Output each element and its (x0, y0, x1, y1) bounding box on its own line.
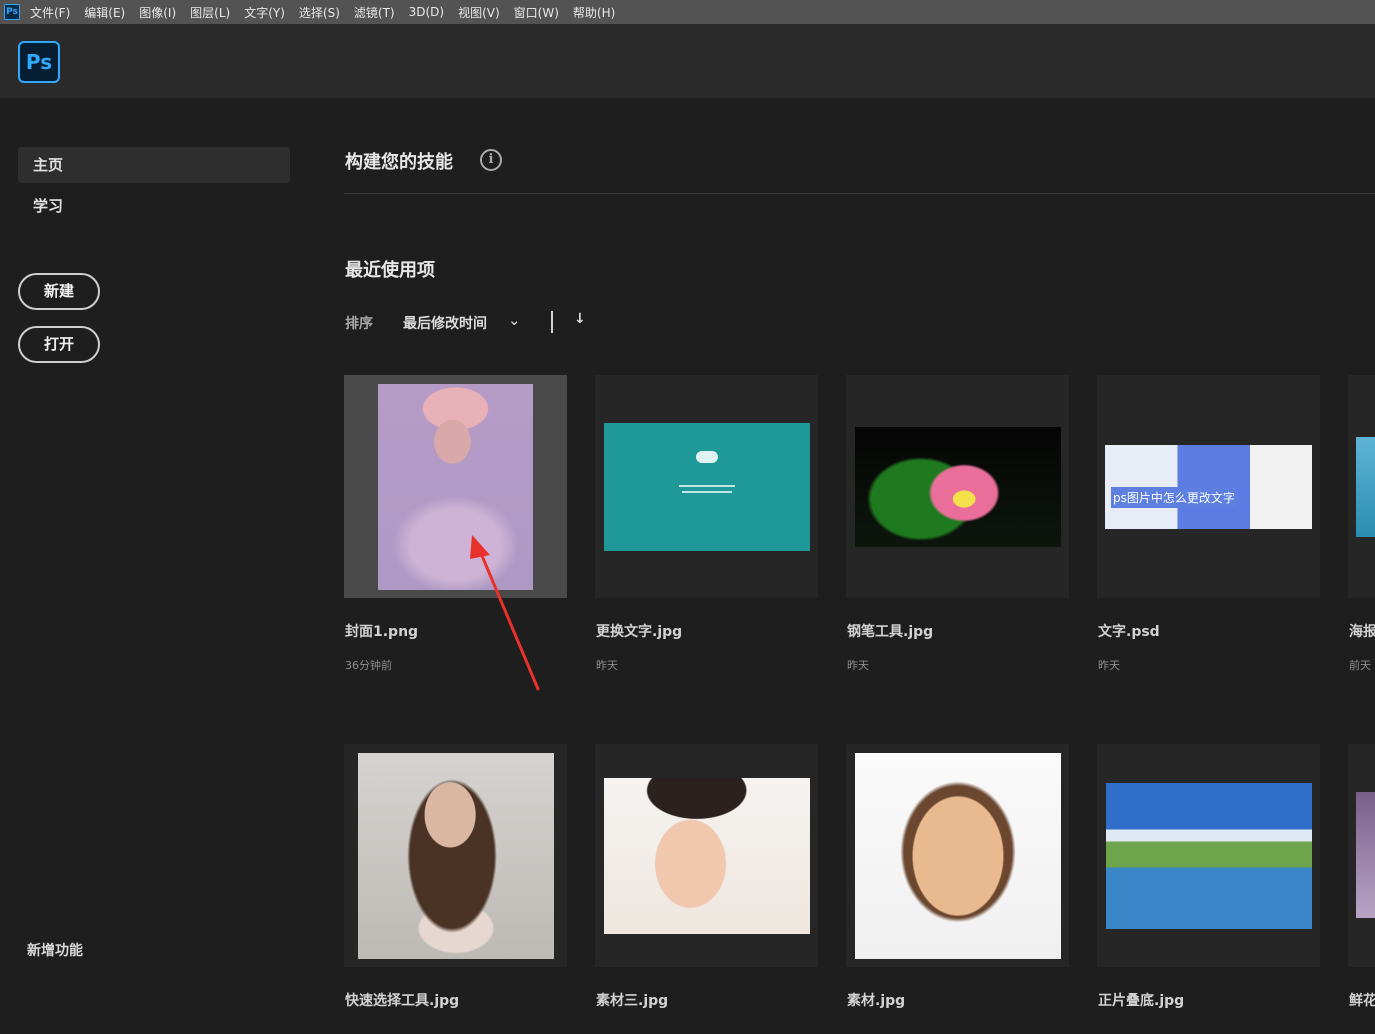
recent-title: 最近使用项 (345, 260, 435, 281)
file-thumbnail (855, 427, 1061, 547)
file-thumbnail (604, 423, 810, 551)
file-name: 文字.psd (1098, 624, 1160, 640)
recent-file-card[interactable] (595, 744, 818, 967)
file-time: 昨天 (596, 659, 618, 672)
menu-file[interactable]: 文件(F) (30, 4, 70, 21)
recent-file-card[interactable] (595, 375, 818, 598)
recent-file-card[interactable] (1348, 744, 1375, 967)
menu-bar: Ps 文件(F) 编辑(E) 图像(I) 图层(L) 文字(Y) 选择(S) 滤… (0, 0, 1375, 24)
sort-direction-icon[interactable]: ↓ (574, 311, 586, 327)
chevron-down-icon[interactable]: ⌄ (508, 311, 521, 329)
recent-file-card[interactable] (344, 744, 567, 967)
photoshop-app-icon: Ps (4, 4, 20, 20)
info-icon[interactable]: i (480, 149, 502, 171)
file-time: 前天 (1349, 659, 1371, 672)
file-time: 昨天 (847, 659, 869, 672)
sort-row: 排序 最后修改时间 ⌄ ↓ (345, 311, 605, 333)
menu-select[interactable]: 选择(S) (299, 4, 340, 21)
menu-type[interactable]: 文字(Y) (244, 4, 285, 21)
cloud-icon (696, 451, 718, 463)
menu-3d[interactable]: 3D(D) (409, 5, 444, 19)
open-button[interactable]: 打开 (18, 326, 100, 363)
sort-dropdown[interactable]: 最后修改时间 (403, 313, 487, 333)
file-thumbnail (855, 753, 1061, 959)
file-name: 封面1.png (345, 624, 419, 640)
file-name: 更换文字.jpg (596, 624, 683, 640)
recent-file-card[interactable] (846, 375, 1069, 598)
annotation-arrow-icon (470, 535, 540, 691)
skills-title: 构建您的技能 (345, 152, 453, 173)
menu-layer[interactable]: 图层(L) (190, 4, 230, 21)
file-thumbnail (1106, 783, 1312, 929)
menu-edit[interactable]: 编辑(E) (84, 4, 125, 21)
file-name: 素材.jpg (847, 993, 906, 1009)
file-thumbnail (1356, 437, 1375, 537)
whats-new-link[interactable]: 新增功能 (27, 940, 83, 960)
sidebar-item-learn[interactable]: 学习 (18, 188, 290, 224)
new-button[interactable]: 新建 (18, 273, 100, 310)
file-name: 海报 (1349, 624, 1375, 640)
sort-separator (551, 311, 553, 333)
recent-file-card[interactable] (1348, 375, 1375, 598)
file-thumbnail (358, 753, 554, 959)
menu-view[interactable]: 视图(V) (458, 4, 500, 21)
file-name: 正片叠底.jpg (1098, 993, 1185, 1009)
sidebar-item-home[interactable]: 主页 (18, 147, 290, 183)
menu-window[interactable]: 窗口(W) (514, 4, 559, 21)
menu-image[interactable]: 图像(I) (139, 4, 176, 21)
menu-filter[interactable]: 滤镜(T) (354, 4, 395, 21)
file-thumbnail (1356, 792, 1375, 918)
ps-logo: Ps (18, 41, 60, 83)
recent-file-card[interactable]: ps图片中怎么更改文字 (1097, 375, 1320, 598)
file-name: 快速选择工具.jpg (345, 993, 460, 1009)
file-name: 钢笔工具.jpg (847, 624, 934, 640)
recent-file-card[interactable] (1097, 744, 1320, 967)
recent-file-card[interactable] (846, 744, 1069, 967)
divider (344, 193, 1375, 194)
thumbnail-text: ps图片中怎么更改文字 (1111, 487, 1237, 508)
file-time: 昨天 (1098, 659, 1120, 672)
menu-help[interactable]: 帮助(H) (573, 4, 615, 21)
file-name: 素材三.jpg (596, 993, 669, 1009)
file-thumbnail: ps图片中怎么更改文字 (1105, 445, 1312, 529)
file-name: 鲜花 (1349, 993, 1375, 1009)
file-time: 36分钟前 (345, 659, 392, 672)
app-header: Ps (0, 24, 1375, 98)
sort-label: 排序 (345, 316, 373, 332)
file-thumbnail (604, 778, 810, 934)
